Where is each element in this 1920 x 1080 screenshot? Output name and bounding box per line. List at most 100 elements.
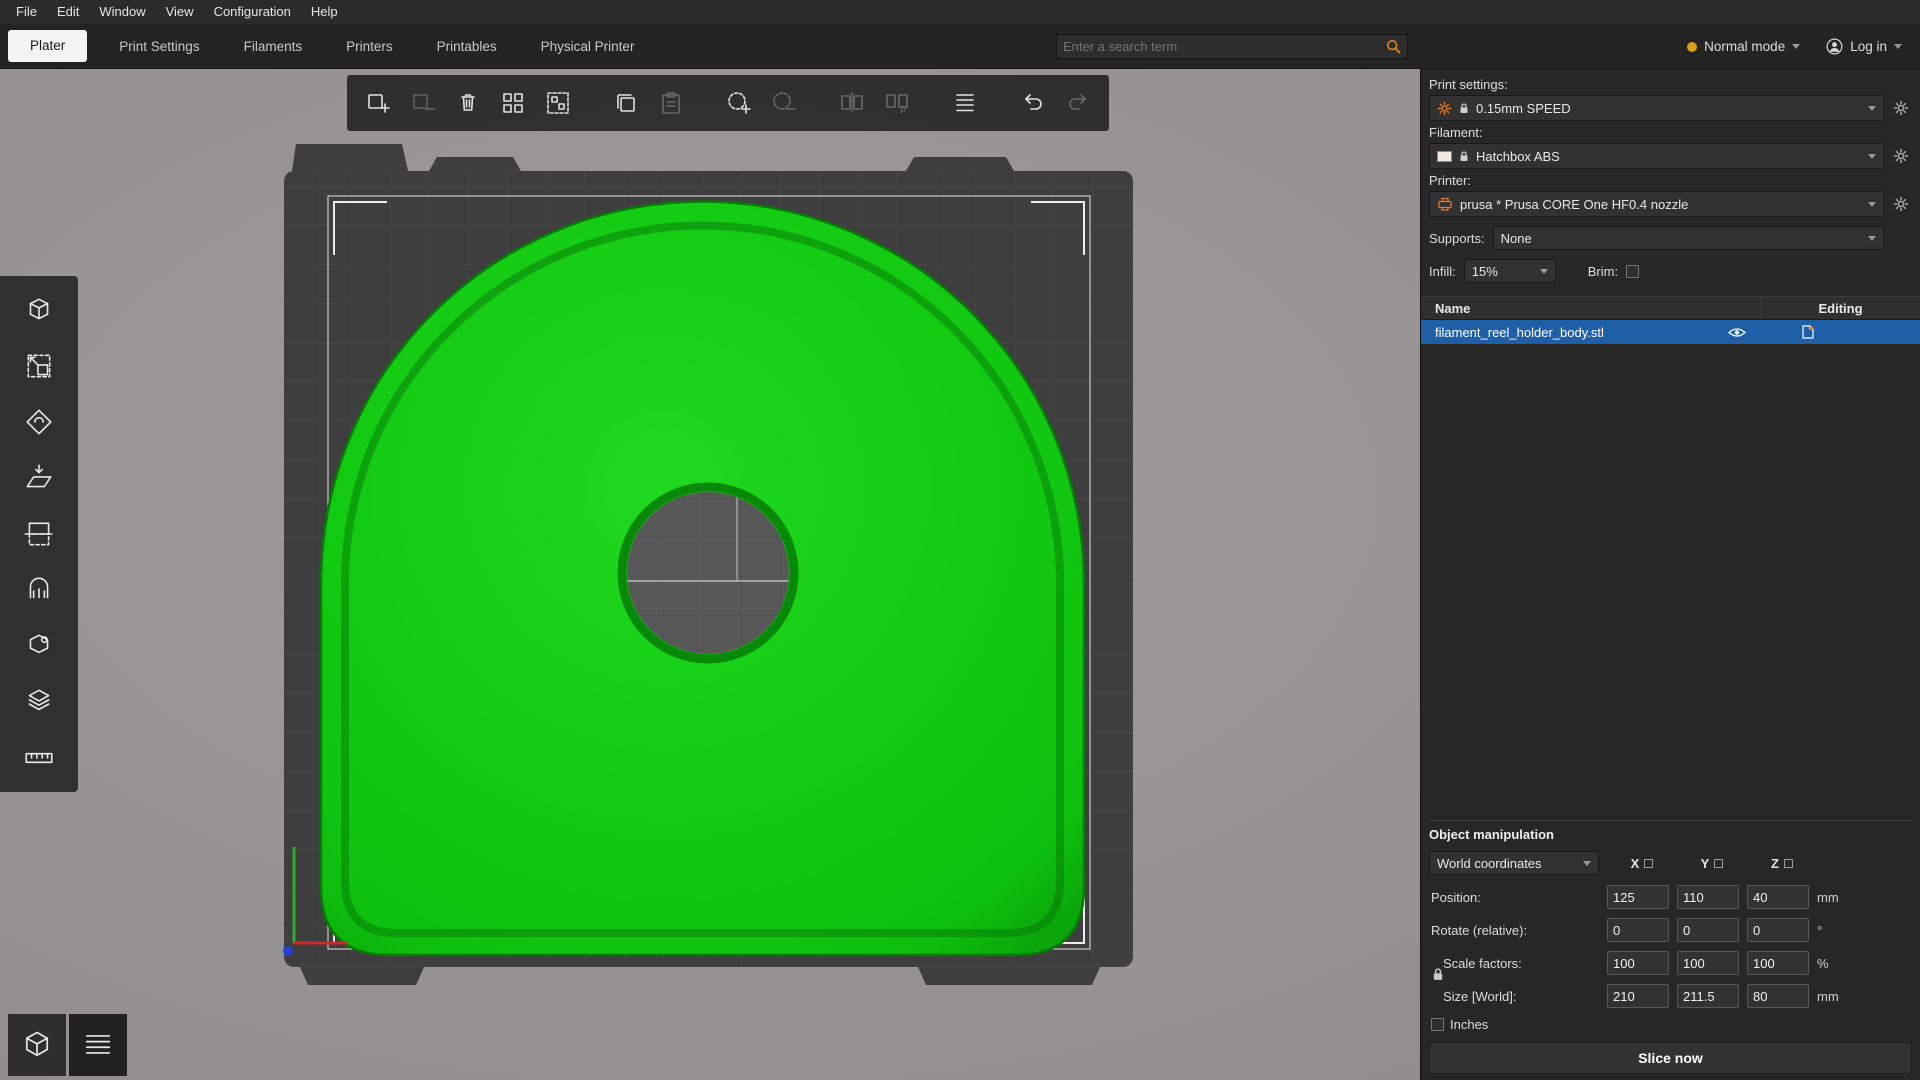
layers-icon: [81, 1028, 115, 1062]
mmu-paint-tool-button[interactable]: [23, 686, 55, 718]
slice-now-button[interactable]: Slice now: [1429, 1042, 1912, 1074]
filament-label: Filament:: [1429, 125, 1912, 140]
split-objects-button[interactable]: [835, 86, 869, 120]
axis-x-icon[interactable]: [1644, 859, 1653, 868]
variable-layer-height-button[interactable]: [948, 86, 982, 120]
seam-tool-icon: [23, 630, 55, 662]
paint-support-tool-button[interactable]: [23, 574, 55, 606]
infill-combo[interactable]: 15%: [1464, 259, 1556, 283]
rotate-z-input[interactable]: [1747, 918, 1809, 942]
menu-edit[interactable]: Edit: [47, 0, 89, 24]
chevron-down-icon: [1868, 154, 1876, 159]
printer-gear-button[interactable]: [1890, 193, 1912, 215]
move-tool-button[interactable]: [23, 294, 55, 326]
add-instance-button[interactable]: [722, 86, 756, 120]
scale-z-input[interactable]: [1747, 951, 1809, 975]
menu-view[interactable]: View: [156, 0, 204, 24]
print-settings-combo[interactable]: 0.15mm SPEED: [1429, 95, 1884, 121]
lock-icon: [1459, 150, 1469, 163]
size-y-input[interactable]: [1677, 984, 1739, 1008]
tab-printables[interactable]: Printables: [415, 24, 519, 69]
chevron-down-icon: [1540, 269, 1548, 274]
tab-plater[interactable]: Plater: [8, 30, 87, 62]
split-parts-button[interactable]: P: [880, 86, 914, 120]
menu-file[interactable]: File: [6, 0, 47, 24]
add-object-button[interactable]: [361, 86, 395, 120]
inches-checkbox[interactable]: [1431, 1018, 1444, 1031]
eye-icon: [1728, 327, 1746, 338]
rotate-x-input[interactable]: [1607, 918, 1669, 942]
scale-x-input[interactable]: [1607, 951, 1669, 975]
place-on-face-tool-button[interactable]: [23, 462, 55, 494]
seam-tool-button[interactable]: [23, 630, 55, 662]
delete-object-icon: [410, 90, 436, 116]
tab-physical-printer[interactable]: Physical Printer: [519, 24, 657, 69]
axis-z-icon[interactable]: [1784, 859, 1793, 868]
paste-icon: [658, 90, 684, 116]
undo-button[interactable]: [1016, 86, 1050, 120]
redo-button[interactable]: [1061, 86, 1095, 120]
position-x-input[interactable]: [1607, 885, 1669, 909]
rotate-y-input[interactable]: [1677, 918, 1739, 942]
filament-gear-button[interactable]: [1890, 145, 1912, 167]
size-x-input[interactable]: [1607, 984, 1669, 1008]
axis-y-header: Y: [1677, 856, 1747, 871]
viewport-3d[interactable]: P: [0, 69, 1420, 1080]
printer-label: Printer:: [1429, 173, 1912, 188]
gear-icon: [1893, 196, 1909, 212]
scale-tool-icon: [23, 350, 55, 382]
rotate-tool-button[interactable]: [23, 406, 55, 438]
printer-combo[interactable]: prusa * Prusa CORE One HF0.4 nozzle: [1429, 191, 1884, 217]
login-button[interactable]: Log in: [1826, 38, 1902, 55]
position-y-input[interactable]: [1677, 885, 1739, 909]
gear-icon: [1893, 100, 1909, 116]
left-toolbar: [0, 276, 78, 792]
tab-print-settings[interactable]: Print Settings: [97, 24, 221, 69]
position-label: Position:: [1429, 890, 1607, 905]
remove-instance-icon: [771, 90, 797, 116]
remove-instance-button[interactable]: [767, 86, 801, 120]
menu-window[interactable]: Window: [89, 0, 155, 24]
chevron-down-icon: [1894, 44, 1902, 49]
search-icon[interactable]: [1386, 39, 1401, 54]
delete-object-button[interactable]: [406, 86, 440, 120]
edit-document-icon: [1802, 325, 1814, 339]
filament-combo[interactable]: Hatchbox ABS: [1429, 143, 1884, 169]
mode-selector[interactable]: Normal mode: [1687, 39, 1800, 54]
editor-view-button[interactable]: [8, 1014, 66, 1076]
arrange-bed-button[interactable]: [541, 86, 575, 120]
uniform-scale-lock-button[interactable]: [1432, 967, 1444, 985]
axis-z-header: Z: [1747, 856, 1817, 871]
tab-filaments[interactable]: Filaments: [222, 24, 325, 69]
cut-tool-button[interactable]: [23, 518, 55, 550]
menu-configuration[interactable]: Configuration: [204, 0, 301, 24]
size-unit: mm: [1817, 989, 1839, 1004]
search-input[interactable]: [1063, 39, 1386, 54]
arrange-button[interactable]: [496, 86, 530, 120]
print-settings-gear-button[interactable]: [1890, 97, 1912, 119]
coordinates-combo[interactable]: World coordinates: [1429, 851, 1599, 875]
prusaslicer-window: File Edit Window View Configuration Help…: [0, 0, 1920, 1080]
axis-y-icon[interactable]: [1714, 859, 1723, 868]
scale-y-input[interactable]: [1677, 951, 1739, 975]
measure-tool-button[interactable]: [23, 742, 55, 774]
object-list-row[interactable]: filament_reel_holder_body.stl: [1421, 320, 1920, 344]
paste-button[interactable]: [654, 86, 688, 120]
menu-help[interactable]: Help: [301, 0, 348, 24]
coordinates-value: World coordinates: [1437, 856, 1542, 871]
topbar-right: Normal mode Log in: [1687, 24, 1902, 69]
editing-state-button[interactable]: [1802, 325, 1814, 339]
copy-button[interactable]: [609, 86, 643, 120]
trash-icon: [455, 90, 481, 116]
position-z-input[interactable]: [1747, 885, 1809, 909]
visibility-eye-button[interactable]: [1728, 327, 1746, 338]
scale-tool-button[interactable]: [23, 350, 55, 382]
delete-all-button[interactable]: [451, 86, 485, 120]
preview-view-button[interactable]: [69, 1014, 127, 1076]
mode-label: Normal mode: [1704, 39, 1785, 54]
size-z-input[interactable]: [1747, 984, 1809, 1008]
tab-printers[interactable]: Printers: [324, 24, 415, 69]
supports-combo[interactable]: None: [1493, 226, 1884, 250]
brim-checkbox[interactable]: [1626, 265, 1639, 278]
rotate-label: Rotate (relative):: [1429, 923, 1607, 938]
